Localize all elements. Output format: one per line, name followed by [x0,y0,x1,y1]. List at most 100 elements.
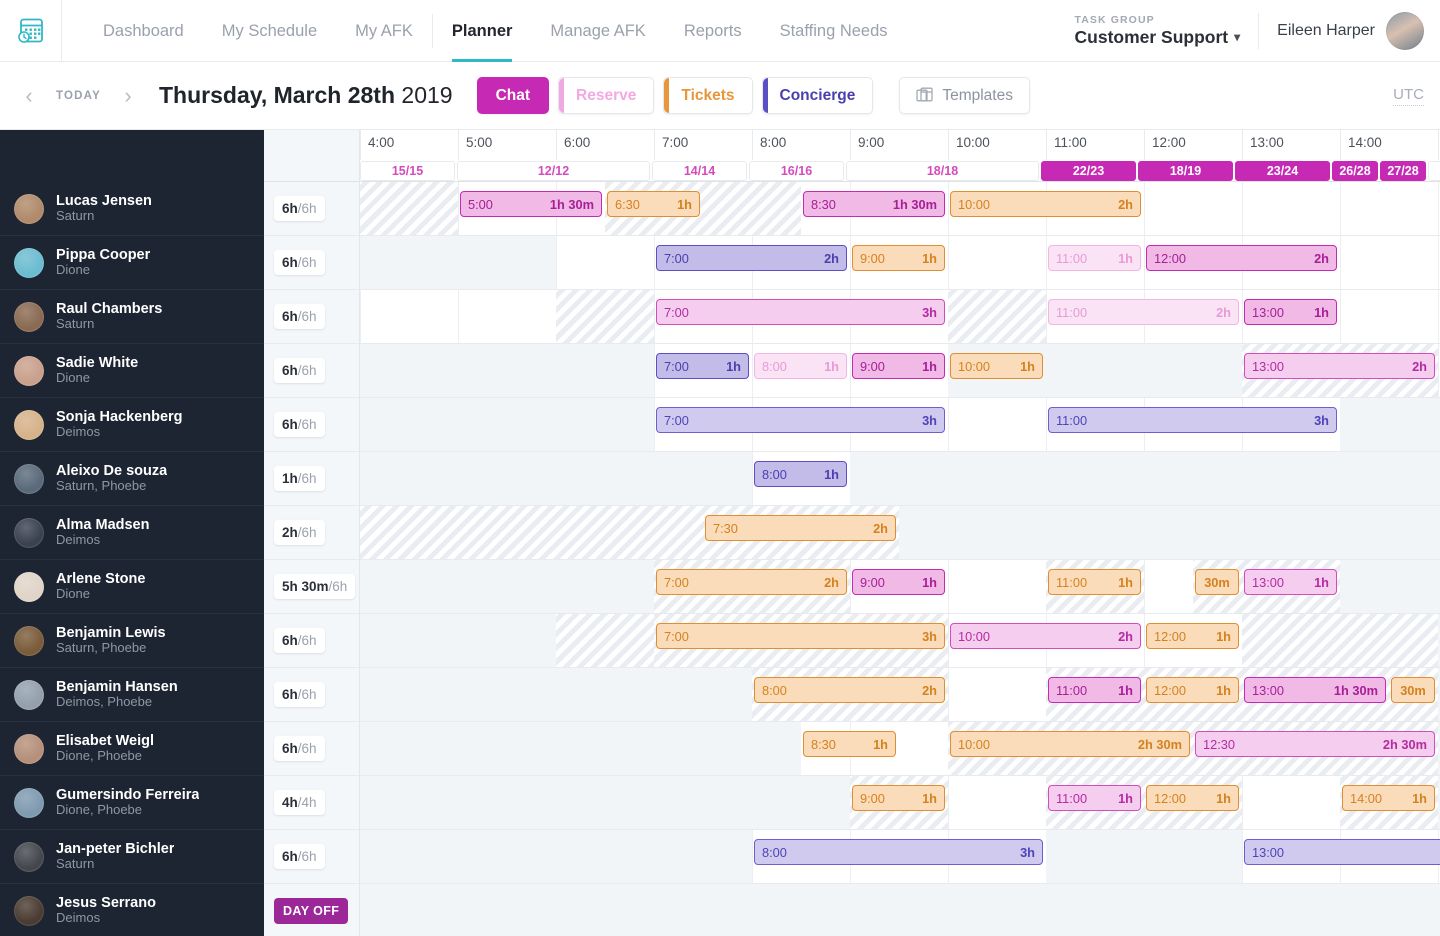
shift-block[interactable]: 8:00 1h [754,353,847,379]
timeline-row[interactable]: 7:00 1h 8:00 1h 9:00 1h 10:00 1h 13:00 2h [264,344,1440,398]
shift-block[interactable]: 10:00 2h 30m [950,731,1190,757]
timeline-row[interactable] [264,884,1440,936]
coverage-badge-8[interactable]: 26/28 [1332,160,1378,181]
nav-item-reports[interactable]: Reports [665,0,761,62]
employee-row[interactable]: Elisabet Weigl Dione, Phoebe [0,722,264,776]
shift-block[interactable]: 11:00 2h [1048,299,1239,325]
shift-block[interactable]: 30m [1391,677,1435,703]
shift-block[interactable]: 13:00 1h [1244,299,1337,325]
shift-block[interactable]: 12:00 1h [1146,785,1239,811]
employee-row[interactable]: Aleixo De souza Saturn, Phoebe [0,452,264,506]
scheduled-hours-badge[interactable]: 6h/6h [274,358,325,383]
employee-row[interactable]: Sadie White Dione [0,344,264,398]
shift-block[interactable]: 12:00 1h [1146,623,1239,649]
nav-item-my-afk[interactable]: My AFK [336,0,432,62]
shift-block[interactable]: 9:00 1h [852,785,945,811]
coverage-badge-1[interactable]: 12/12 [457,160,650,181]
timeline-cell[interactable] [948,236,1046,289]
shift-block[interactable]: 8:00 2h [754,677,945,703]
coverage-badge-3[interactable]: 16/16 [749,160,844,181]
nav-item-dashboard[interactable]: Dashboard [84,0,203,62]
scheduled-hours-badge[interactable]: 5h 30m/6h [274,574,356,599]
shift-block[interactable]: 10:00 2h [950,191,1141,217]
task-group-value[interactable]: Customer Support ▾ [1075,27,1241,48]
task-group-selector[interactable]: TASK GROUP Customer Support ▾ [1075,14,1259,48]
employee-row[interactable]: Arlene Stone Dione [0,560,264,614]
activity-pill-reserve[interactable]: Reserve [558,77,655,114]
timeline-row[interactable]: 8:30 1h 10:00 2h 30m 12:30 2h 30m [264,722,1440,776]
activity-pill-tickets[interactable]: Tickets [663,77,753,114]
timeline-row[interactable]: 8:00 2h 11:00 1h 12:00 1h 13:00 1h 30m 30m [264,668,1440,722]
timeline-cell[interactable] [1242,182,1340,235]
shift-block[interactable]: 7:00 3h [656,623,945,649]
employee-row[interactable]: Pippa Cooper Dione [0,236,264,290]
shift-block[interactable]: 13:00 1h 30m [1244,677,1386,703]
timeline-cell[interactable] [556,236,654,289]
employee-row[interactable]: Benjamin Lewis Saturn, Phoebe [0,614,264,668]
timeline-row[interactable]: 7:00 3h 11:00 3h [264,398,1440,452]
scheduled-hours-badge[interactable]: 6h/6h [274,628,325,653]
coverage-badge-2[interactable]: 14/14 [652,160,747,181]
scheduled-hours-badge[interactable]: 6h/6h [274,736,325,761]
shift-block[interactable]: 10:00 1h [950,353,1043,379]
shift-block[interactable]: 9:00 1h [852,569,945,595]
scheduled-hours-badge[interactable]: 6h/6h [274,844,325,869]
timeline-cell[interactable] [360,290,458,343]
timeline-cell[interactable] [948,398,1046,451]
coverage-badge-4[interactable]: 18/18 [846,160,1039,181]
scheduled-hours-badge[interactable]: 6h/6h [274,304,325,329]
shift-block[interactable]: 9:00 1h [852,353,945,379]
timeline-row[interactable]: 7:00 2h 9:00 1h 11:00 1h 30m 13:00 1h [264,560,1440,614]
timeline-cell[interactable] [948,668,1046,721]
employee-row[interactable]: Jesus Serrano Deimos [0,884,264,936]
shift-block[interactable]: 12:00 1h [1146,677,1239,703]
shift-block[interactable]: 8:00 3h [754,839,1043,865]
shift-block[interactable]: 11:00 1h [1048,245,1141,271]
timeline-cell[interactable] [948,776,1046,829]
employee-row[interactable]: Raul Chambers Saturn [0,290,264,344]
timeline-row[interactable]: 9:00 1h 11:00 1h 12:00 1h 14:00 1h [264,776,1440,830]
coverage-badge-5[interactable]: 22/23 [1041,160,1136,181]
today-button[interactable]: TODAY [44,90,113,102]
activity-pill-chat[interactable]: Chat [476,77,550,114]
nav-item-my-schedule[interactable]: My Schedule [203,0,336,62]
shift-block[interactable]: 11:00 1h [1048,677,1141,703]
shift-block[interactable]: 8:30 1h [803,731,896,757]
timeline-cell[interactable] [1340,182,1438,235]
shift-block[interactable]: 14:00 1h [1342,785,1435,811]
shift-block[interactable]: 6:30 1h [607,191,700,217]
employee-row[interactable]: Jan-peter Bichler Saturn [0,830,264,884]
nav-item-staffing-needs[interactable]: Staffing Needs [761,0,907,62]
coverage-badge-6[interactable]: 18/19 [1138,160,1233,181]
coverage-badge-9[interactable]: 27/28 [1380,160,1426,181]
timezone-selector[interactable]: UTC [1393,86,1424,106]
timeline-cell[interactable] [1340,290,1438,343]
scheduled-hours-badge[interactable]: 1h/6h [274,466,325,491]
shift-block[interactable]: 7:00 2h [656,569,847,595]
shift-block[interactable]: 7:00 2h [656,245,847,271]
employee-row[interactable]: Sonja Hackenberg Deimos [0,398,264,452]
shift-block[interactable]: 13:00 2h [1244,353,1435,379]
coverage-badge-0[interactable]: 15/15 [360,160,455,181]
coverage-badge-7[interactable]: 23/24 [1235,160,1330,181]
shift-block[interactable]: 7:00 1h [656,353,749,379]
nav-item-planner[interactable]: Planner [433,0,532,62]
next-day-button[interactable]: › [113,81,143,111]
shift-block[interactable]: 11:00 3h [1048,407,1337,433]
timeline-cell[interactable] [1242,776,1340,829]
coverage-badge-10[interactable]: 28/28 [1428,160,1440,181]
shift-block[interactable]: 10:00 2h [950,623,1141,649]
scheduled-hours-badge[interactable]: 6h/6h [274,682,325,707]
timeline-row[interactable]: 8:00 1h [264,452,1440,506]
shift-block[interactable]: 7:00 3h [656,407,945,433]
shift-block[interactable]: 13:00 1h [1244,569,1337,595]
shift-block[interactable]: 30m [1195,569,1239,595]
employee-row[interactable]: Benjamin Hansen Deimos, Phoebe [0,668,264,722]
timeline-row[interactable]: 7:00 3h 11:00 2h 13:00 1h [264,290,1440,344]
shift-block[interactable]: 7:00 3h [656,299,945,325]
templates-button[interactable]: Templates [899,77,1030,114]
timeline-row[interactable]: 5:00 1h 30m 6:30 1h 8:30 1h 30m 10:00 2h [264,182,1440,236]
timeline-cell[interactable] [1144,182,1242,235]
shift-block[interactable]: 11:00 1h [1048,785,1141,811]
prev-day-button[interactable]: ‹ [14,81,44,111]
